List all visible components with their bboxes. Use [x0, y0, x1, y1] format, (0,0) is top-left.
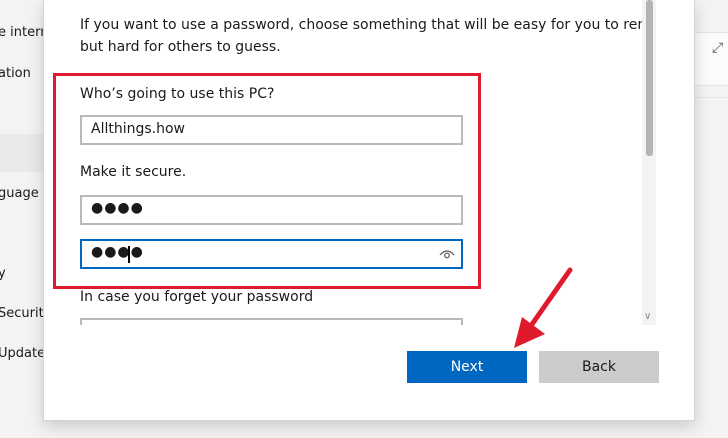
settings-sidebar: e intern ation guage y Security Update [0, 0, 44, 438]
next-button[interactable]: Next [407, 351, 527, 383]
highlight-box [53, 73, 481, 289]
settings-divider [694, 97, 728, 98]
sidebar-item-update[interactable]: Update [0, 346, 44, 361]
scroll-thumb[interactable] [646, 0, 653, 156]
red-arrow-icon [514, 267, 573, 348]
back-button[interactable]: Back [539, 351, 659, 383]
security-question-field[interactable] [80, 318, 463, 325]
scrollbar[interactable]: ∨ [642, 0, 656, 325]
security-questions-label: In case you forget your password [80, 289, 314, 305]
sidebar-item-privacy[interactable]: y [0, 266, 6, 281]
scroll-down-icon[interactable]: ∨ [644, 311, 651, 322]
sidebar-item-security[interactable]: Security [0, 306, 44, 321]
collapse-icon[interactable]: ⤢ [712, 40, 723, 56]
intro-line-1: If you want to use a password, choose so… [80, 17, 656, 33]
password-intro-text: If you want to use a password, choose so… [80, 14, 656, 58]
intro-line-2: but hard for others to guess. [80, 39, 281, 55]
sidebar-selected-row [0, 134, 44, 172]
sidebar-item-personalization[interactable]: ation [0, 66, 31, 81]
create-user-dialog: If you want to use a password, choose so… [44, 0, 694, 420]
sidebar-item-network[interactable]: e intern [0, 25, 44, 40]
sidebar-item-language[interactable]: guage [0, 186, 39, 201]
